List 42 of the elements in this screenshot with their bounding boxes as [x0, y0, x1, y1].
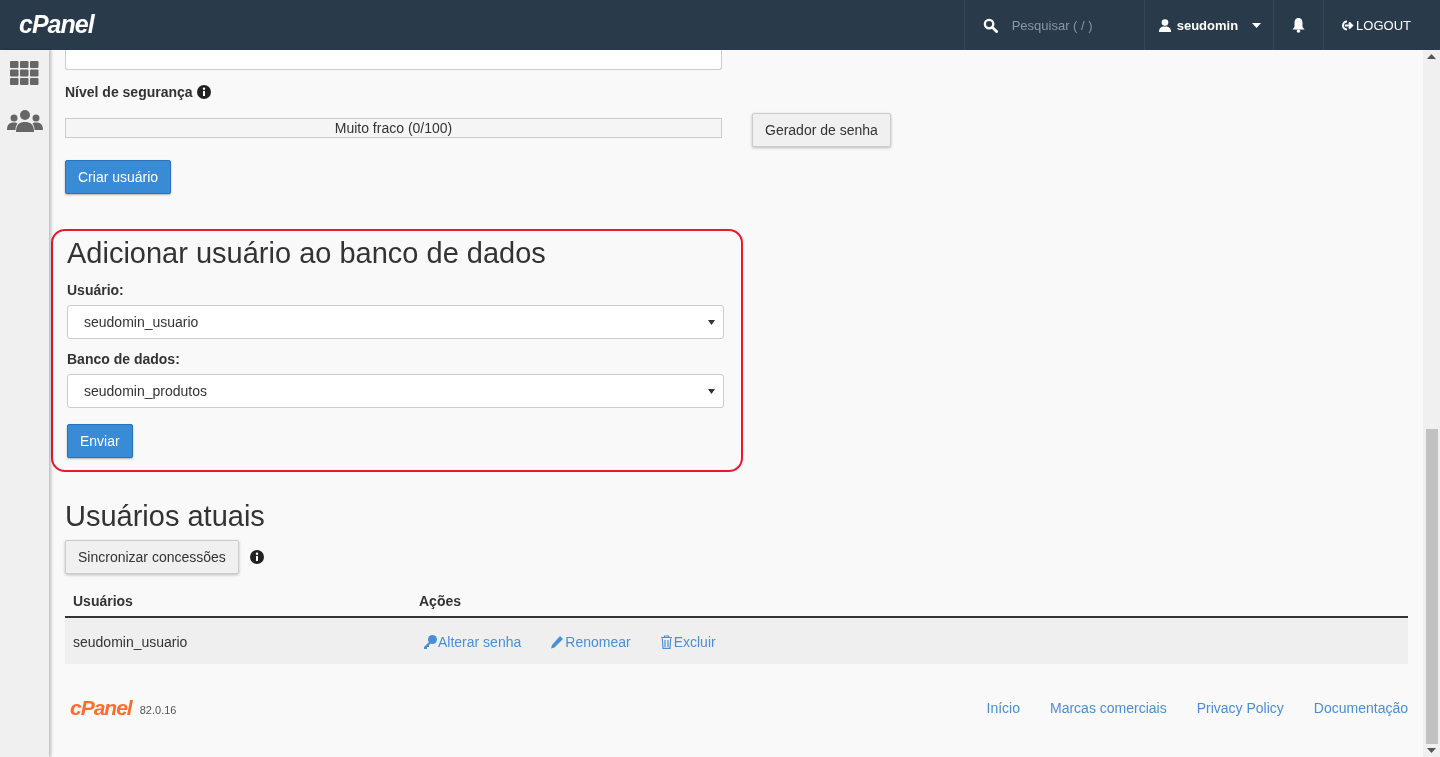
logout-icon — [1341, 19, 1355, 31]
security-label: Nível de segurança — [65, 84, 193, 100]
info-icon — [196, 85, 211, 99]
logout-button[interactable]: LOGOUT — [1323, 0, 1423, 50]
sync-grants-button[interactable]: Sincronizar concessões — [65, 540, 239, 574]
caret-icon — [1252, 22, 1262, 28]
user-select[interactable]: seudomin_usuario — [67, 305, 724, 339]
cpanel-logo: cPanel — [70, 696, 132, 720]
key-icon — [423, 635, 437, 649]
users-icon[interactable] — [6, 110, 43, 132]
cpanel-logo[interactable]: cPanel — [0, 0, 94, 50]
search-icon — [982, 17, 998, 33]
database-select[interactable]: seudomin_produtos — [67, 374, 724, 408]
action-link[interactable]: Excluir — [659, 634, 716, 650]
action-link[interactable]: Renomear — [550, 634, 631, 650]
submit-button[interactable]: Enviar — [67, 424, 133, 458]
footer-link[interactable]: Marcas comerciais — [1050, 700, 1167, 716]
section-title: Usuários atuais — [65, 500, 266, 533]
database-label: Banco de dados: — [67, 351, 181, 367]
bell-icon — [1291, 17, 1307, 33]
caret-icon — [708, 388, 715, 394]
password-generator-button[interactable]: Gerador de senha — [752, 113, 891, 147]
footer-link[interactable]: Início — [986, 700, 1020, 716]
user-icon — [1158, 18, 1171, 32]
scroll-up-icon[interactable] — [1427, 54, 1436, 59]
user-menu[interactable]: seudomin — [1143, 0, 1274, 50]
create-user-button[interactable]: Criar usuário — [65, 160, 172, 194]
footer-link[interactable]: Privacy Policy — [1196, 700, 1284, 716]
search-field[interactable]: Pesquisar ( / ) — [1009, 16, 1114, 34]
section-title: Adicionar usuário ao banco de dados — [67, 237, 547, 270]
user-label: Usuário: — [67, 282, 125, 298]
version-text: 82.0.16 — [139, 704, 177, 716]
table-cell: seudomin_usuario — [65, 617, 411, 664]
footer-link[interactable]: Documentação — [1313, 700, 1408, 716]
action-link[interactable]: Alterar senha — [423, 634, 522, 650]
grid-icon[interactable] — [10, 61, 39, 85]
caret-icon — [708, 319, 715, 325]
trash-icon — [659, 635, 673, 649]
pencil-icon — [550, 635, 565, 649]
strength-reading: Muito fraco (0/100) — [334, 120, 453, 136]
scroll-down-icon[interactable] — [1427, 748, 1436, 753]
info-icon — [249, 550, 264, 564]
